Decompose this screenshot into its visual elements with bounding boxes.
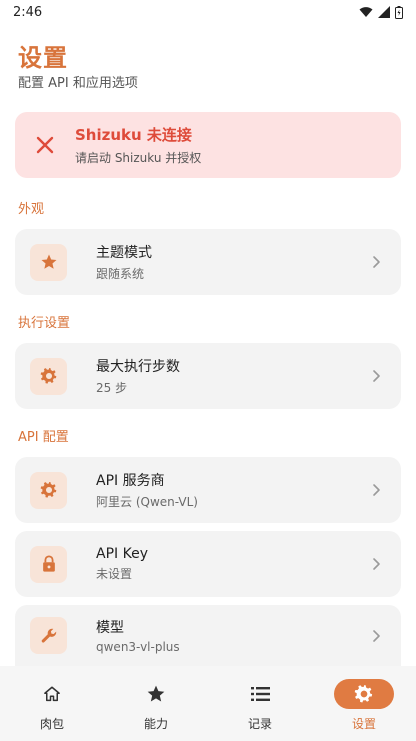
nav-item-records[interactable]: 记录 bbox=[208, 666, 312, 741]
api-provider-title: API 服务商 bbox=[96, 473, 165, 489]
gear-icon bbox=[30, 357, 67, 395]
gear-icon bbox=[30, 471, 67, 509]
nav-item-abilities[interactable]: 能力 bbox=[104, 666, 208, 741]
shizuku-alert-card[interactable]: Shizuku 未连接 请启动 Shizuku 并授权 bbox=[15, 112, 401, 178]
api-provider-value: 阿里云 (Qwen-VL) bbox=[96, 495, 198, 509]
api-key-value: 未设置 bbox=[96, 567, 133, 581]
theme-mode-item[interactable]: 主题模式 跟随系统 bbox=[15, 229, 401, 295]
max-steps-value: 25 步 bbox=[96, 381, 128, 395]
status-icons bbox=[359, 5, 403, 19]
status-time: 2:46 bbox=[13, 4, 43, 20]
api-key-title: API Key bbox=[96, 546, 148, 562]
home-icon bbox=[22, 679, 82, 709]
alert-title: Shizuku 未连接 bbox=[75, 126, 192, 144]
api-key-item[interactable]: API Key 未设置 bbox=[15, 531, 401, 597]
section-header-execution: 执行设置 bbox=[18, 316, 71, 331]
battery-icon bbox=[395, 5, 403, 19]
model-value: qwen3-vl-plus bbox=[96, 640, 180, 654]
api-provider-item[interactable]: API 服务商 阿里云 (Qwen-VL) bbox=[15, 457, 401, 523]
nav-label-home: 肉包 bbox=[39, 717, 64, 731]
page-subtitle: 配置 API 和应用选项 bbox=[18, 76, 138, 91]
section-header-appearance: 外观 bbox=[18, 202, 45, 217]
chevron-right-icon bbox=[371, 629, 381, 643]
chevron-right-icon bbox=[371, 255, 381, 269]
bottom-nav: 肉包 能力 记录 设置 bbox=[0, 666, 416, 741]
chevron-right-icon bbox=[371, 483, 381, 497]
max-steps-title: 最大执行步数 bbox=[96, 359, 180, 375]
star-icon bbox=[126, 679, 186, 709]
theme-mode-title: 主题模式 bbox=[96, 245, 152, 261]
close-icon bbox=[15, 135, 75, 155]
lock-icon bbox=[30, 545, 67, 583]
gear-icon bbox=[334, 679, 394, 709]
nav-label-settings: 设置 bbox=[351, 717, 376, 731]
nav-item-home[interactable]: 肉包 bbox=[0, 666, 104, 741]
theme-mode-value: 跟随系统 bbox=[96, 267, 145, 281]
wifi-icon bbox=[359, 6, 373, 18]
status-bar: 2:46 bbox=[0, 0, 416, 24]
page-title: 设置 bbox=[18, 44, 68, 72]
chevron-right-icon bbox=[371, 369, 381, 383]
nav-item-settings[interactable]: 设置 bbox=[312, 666, 416, 741]
model-title: 模型 bbox=[96, 620, 124, 636]
model-item[interactable]: 模型 qwen3-vl-plus bbox=[15, 605, 401, 666]
nav-label-records: 记录 bbox=[247, 717, 272, 731]
alert-description: 请启动 Shizuku 并授权 bbox=[75, 151, 202, 165]
chevron-right-icon bbox=[371, 557, 381, 571]
list-icon bbox=[230, 679, 290, 709]
max-steps-item[interactable]: 最大执行步数 25 步 bbox=[15, 343, 401, 409]
wrench-icon bbox=[30, 617, 67, 654]
signal-icon bbox=[378, 6, 390, 18]
section-header-api: API 配置 bbox=[18, 430, 69, 445]
star-icon bbox=[30, 243, 67, 281]
nav-label-abilities: 能力 bbox=[143, 717, 168, 731]
